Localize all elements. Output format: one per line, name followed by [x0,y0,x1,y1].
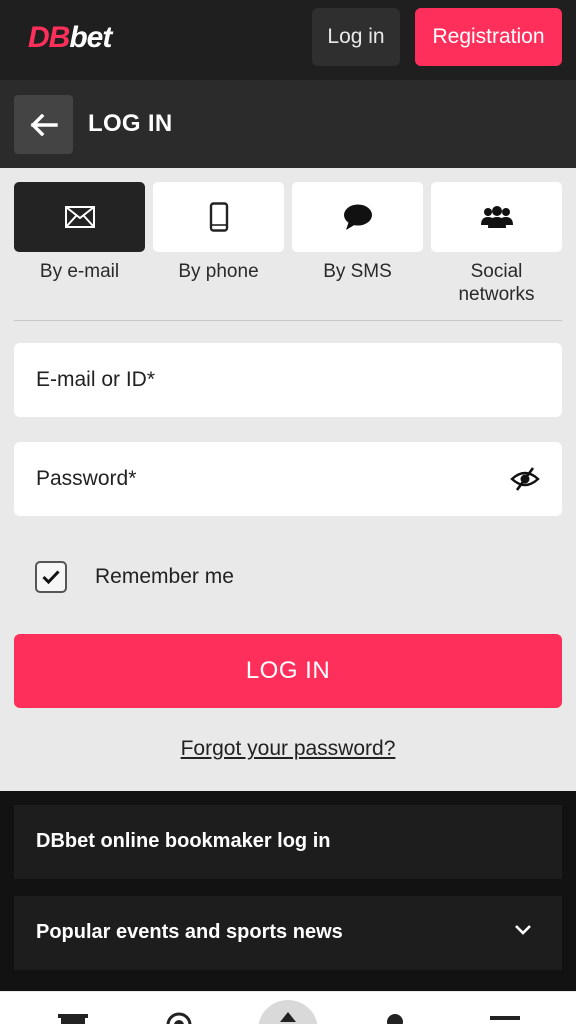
center-menu-icon [280,1012,296,1022]
password-input[interactable] [14,442,562,516]
page-header: LOG IN [0,80,576,168]
remember-checkbox[interactable] [35,561,67,593]
divider [14,320,562,321]
trophy-icon[interactable] [58,1008,88,1024]
smartphone-icon [209,202,228,232]
registration-button[interactable]: Registration [415,8,562,66]
remember-label: Remember me [95,565,234,588]
tab-label: By e-mail [39,261,120,282]
checkmark-icon [42,570,60,584]
password-field[interactable] [14,442,562,516]
tab-by-sms[interactable]: By SMS [292,182,423,283]
remember-me[interactable]: Remember me [35,561,234,593]
seo-section: DBbet online bookmaker log in Popular ev… [0,791,576,991]
accordion-label: DBbet online bookmaker log in [36,830,331,852]
menu-icon[interactable] [490,1016,520,1024]
accordion-label: Popular events and sports news [36,921,343,943]
arrow-left-icon [30,113,58,136]
tab-by-phone[interactable]: By phone [153,182,284,283]
tab-icon-box [14,182,145,252]
login-method-tabs: By e-mail By phone By SMS Social network… [14,182,562,305]
logo-red-part: DB [28,21,70,54]
back-button[interactable] [14,95,73,154]
casino-chip-icon[interactable] [166,1012,192,1024]
chevron-down-icon [515,925,531,935]
login-button[interactable]: Log in [312,8,400,66]
tab-icon-box [153,182,284,252]
accordion-online-bookmaker[interactable]: DBbet online bookmaker log in [14,805,562,879]
page-title: LOG IN [88,110,173,137]
tab-by-email[interactable]: By e-mail [14,182,145,283]
accordion-popular-events[interactable]: Popular events and sports news [14,896,562,970]
tab-icon-box [431,182,562,252]
tab-social-networks[interactable]: Social networks [431,182,562,306]
center-menu-button[interactable] [258,1000,318,1024]
bottom-navigation [0,992,576,1024]
forgot-password-link[interactable]: Forgot your password? [0,737,576,761]
tab-label: Social networks [458,261,535,305]
eye-slash-icon[interactable] [510,466,540,492]
chat-bubble-icon [343,204,372,230]
users-group-icon [480,206,513,228]
tab-label: By phone [178,261,259,282]
tab-label: By SMS [323,261,392,282]
profile-icon[interactable] [385,1012,405,1024]
top-bar: DB bet Log in Registration [0,0,576,80]
tab-icon-box [292,182,423,252]
envelope-icon [64,206,95,228]
email-input[interactable] [14,343,562,417]
dbbet-logo[interactable]: DB bet [28,20,112,56]
login-submit-button[interactable]: LOG IN [14,634,562,708]
email-field[interactable] [14,343,562,417]
logo-white-part: bet [69,21,112,54]
